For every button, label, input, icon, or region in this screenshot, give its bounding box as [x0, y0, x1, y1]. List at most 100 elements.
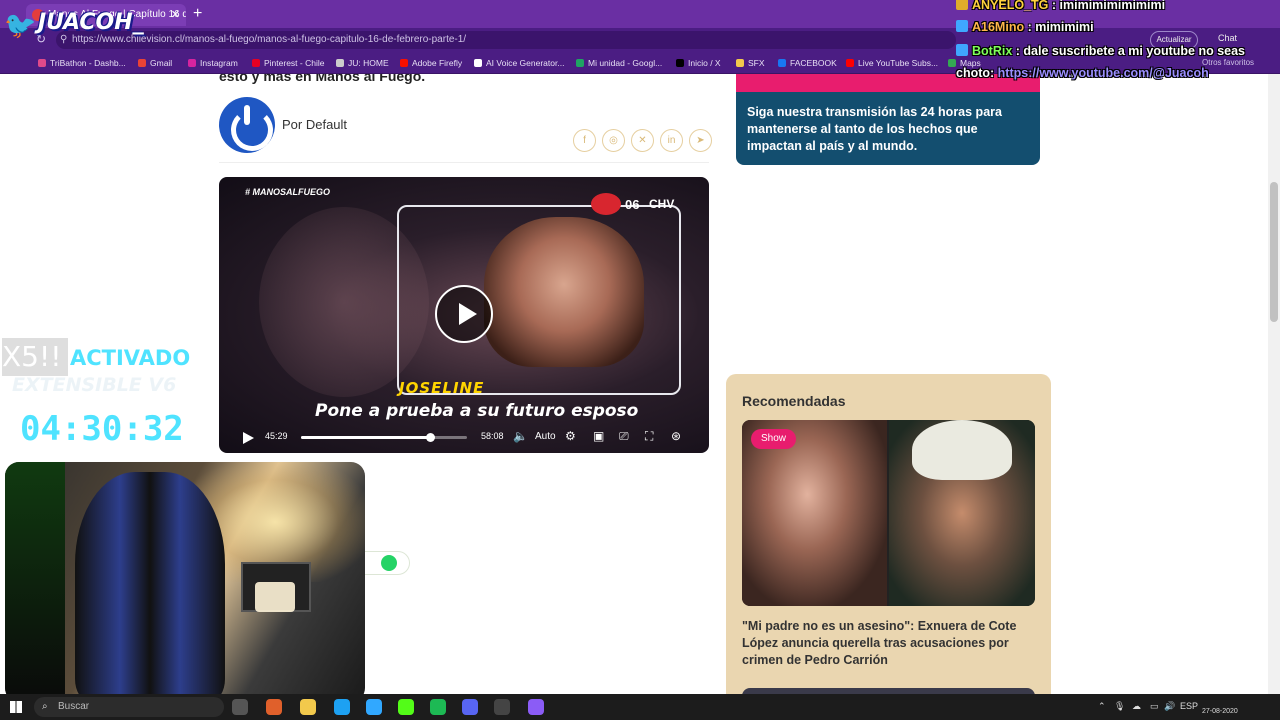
x-icon[interactable]: ✕ [631, 129, 654, 152]
bookmark-item[interactable]: TriBathon - Dashb... [38, 56, 126, 70]
clock-date[interactable]: 27-08-2020 [1202, 708, 1238, 715]
video-subtitle: Pone a prueba a su futuro esposo [315, 401, 639, 421]
cloud-icon[interactable]: ☁ [1132, 701, 1141, 712]
taskbar-search[interactable]: ⌕ Buscar [34, 697, 224, 717]
bookmark-item[interactable]: Pinterest - Chile [252, 56, 324, 70]
linkedin-icon[interactable]: in [660, 129, 683, 152]
webcam-feed [5, 462, 365, 702]
bookmark-item[interactable]: Adobe Firefly [400, 56, 462, 70]
quality-label[interactable]: Auto [535, 431, 556, 442]
chat-username: BotRix [972, 44, 1013, 58]
extensible-label: EXTENSIBLE V6 [12, 374, 177, 396]
chat-overlay: ANYELO_TG : imimimimimimimi A16Mino : mim… [954, 0, 1280, 86]
whatsapp-icon [381, 555, 397, 571]
bookmark-item[interactable]: FACEBOOK [778, 56, 837, 70]
live-card-text: Siga nuestra transmisión las 24 horas pa… [747, 105, 1002, 153]
obs-icon[interactable] [494, 699, 510, 715]
control-play-icon[interactable] [243, 432, 254, 444]
edge-icon[interactable] [334, 699, 350, 715]
progress-bar[interactable] [301, 433, 467, 442]
new-tab-button[interactable]: + [193, 4, 202, 24]
bookmark-item[interactable]: SFX [736, 56, 765, 70]
captain-hat [912, 420, 1012, 480]
volume-tray-icon[interactable]: 🔊 [1164, 701, 1175, 712]
app-icon[interactable] [528, 699, 544, 715]
activated-label: ACTIVADO [70, 346, 191, 370]
divider [219, 162, 709, 163]
telegram-icon[interactable]: ➤ [689, 129, 712, 152]
twitter-bird-icon: 🐦 [4, 10, 37, 40]
bookmark-item[interactable]: JU: HOME [336, 56, 389, 70]
chat-username: ANYELO_TG [972, 0, 1049, 12]
author-avatar [219, 97, 275, 153]
progress-handle[interactable] [426, 433, 436, 442]
widgets-icon[interactable] [266, 699, 282, 715]
video-hashtag: # MANOSALFUEGO [245, 187, 331, 197]
tray-chevron-icon[interactable]: ⌃ [1098, 701, 1106, 712]
chat-badge-icon [956, 0, 968, 10]
current-time: 45:29 [265, 431, 288, 441]
chat-text: choto: [956, 66, 998, 80]
scrollbar-thumb[interactable] [1270, 182, 1278, 322]
language-indicator[interactable]: ESP [1180, 701, 1198, 711]
spotify-icon[interactable] [430, 699, 446, 715]
video-player[interactable]: # MANOSALFUEGO 06 CHV JOSELINE Pone a pr… [219, 177, 709, 453]
bookmark-item[interactable]: Inicio / X [676, 56, 721, 70]
chat-link: https://www.youtube.com/@Juacoh [997, 66, 1209, 80]
windows-start-icon[interactable] [10, 701, 22, 713]
bookmark-item[interactable]: Live YouTube Subs... [846, 56, 938, 70]
player-logo-icon[interactable]: ⊛ [671, 429, 681, 443]
webcam-green-light [5, 462, 65, 702]
countdown-badge: 06 CHV [591, 191, 681, 219]
fullscreen-icon[interactable]: ⛶ [645, 429, 653, 444]
recommended-image[interactable]: Show [742, 420, 1035, 606]
facebook-icon[interactable]: f [573, 129, 596, 152]
whatsapp-icon[interactable]: ◎ [602, 129, 625, 152]
bookmark-item[interactable]: Gmail [138, 56, 172, 70]
picture-in-picture-icon[interactable]: ▣ [593, 429, 604, 443]
chat-username: A16Mino [972, 20, 1025, 34]
author-name: Por Default [282, 117, 348, 132]
chat-message: choto: https://www.youtube.com/@Juacoh [956, 66, 1209, 80]
recommended-section: Recomendadas Show "Mi padre no es un ase… [726, 374, 1051, 694]
video-name-caption: JOSELINE [399, 379, 485, 397]
streamer-name: JUACOH_ [38, 10, 144, 35]
chat-badge-icon [956, 44, 968, 56]
article-cut-text: esto y más en Manos al Fuego. [219, 74, 426, 84]
volume-icon[interactable]: 🔈 [513, 429, 528, 443]
windows-taskbar: ⌕ Buscar ⌃ 🎙 ☁ ▭ 🔊 ESP 27-08-2020 [0, 694, 1280, 720]
progress-fill [301, 436, 431, 439]
tab-close-icon[interactable]: ✕ [171, 4, 180, 26]
chat-badge-icon [956, 20, 968, 32]
chat-text: : imimimimimimimi [1048, 0, 1166, 12]
page-scrollbar[interactable] [1268, 74, 1280, 694]
task-view-icon[interactable] [232, 699, 248, 715]
discord-icon[interactable] [462, 699, 478, 715]
network-icon[interactable]: ▭ [1150, 701, 1159, 712]
search-icon: ⌕ [42, 701, 48, 712]
bookmark-item[interactable]: AI Voice Generator... [474, 56, 564, 70]
chat-message: A16Mino : mimimimi [956, 20, 1094, 34]
channel-logo: CHV [649, 197, 675, 211]
live-stream-card[interactable]: Siga nuestra transmisión las 24 horas pa… [736, 74, 1040, 165]
file-explorer-icon[interactable] [300, 699, 316, 715]
hex-lights [255, 582, 295, 612]
subathon-timer: 04:30:32 [10, 404, 200, 454]
search-placeholder: Buscar [58, 701, 90, 712]
play-button[interactable] [435, 285, 493, 343]
recommended-headline[interactable]: "Mi padre no es un asesino": Exnuera de … [742, 618, 1032, 669]
settings-gear-icon[interactable]: ⚙ [565, 429, 576, 443]
category-badge[interactable]: Show [751, 429, 797, 449]
url-field[interactable]: ⚲ https://www.chilevision.cl/manos-al-fu… [56, 31, 956, 49]
countdown-days: 06 [625, 197, 640, 212]
kick-icon[interactable] [398, 699, 414, 715]
bookmark-item[interactable]: Instagram [188, 56, 238, 70]
chat-message: BotRix : dale suscribete a mi youtube no… [956, 44, 1245, 58]
photoshop-icon[interactable] [366, 699, 382, 715]
streamer-logo: 🐦 JUACOH_ [4, 6, 164, 46]
bookmark-item[interactable]: Mi unidad - Googl... [576, 56, 662, 70]
duration: 58:08 [481, 431, 504, 441]
mic-icon[interactable]: 🎙 [1114, 701, 1125, 712]
cast-icon[interactable]: ⎚ [619, 429, 629, 444]
chat-message: ANYELO_TG : imimimimimimimi [956, 0, 1165, 12]
